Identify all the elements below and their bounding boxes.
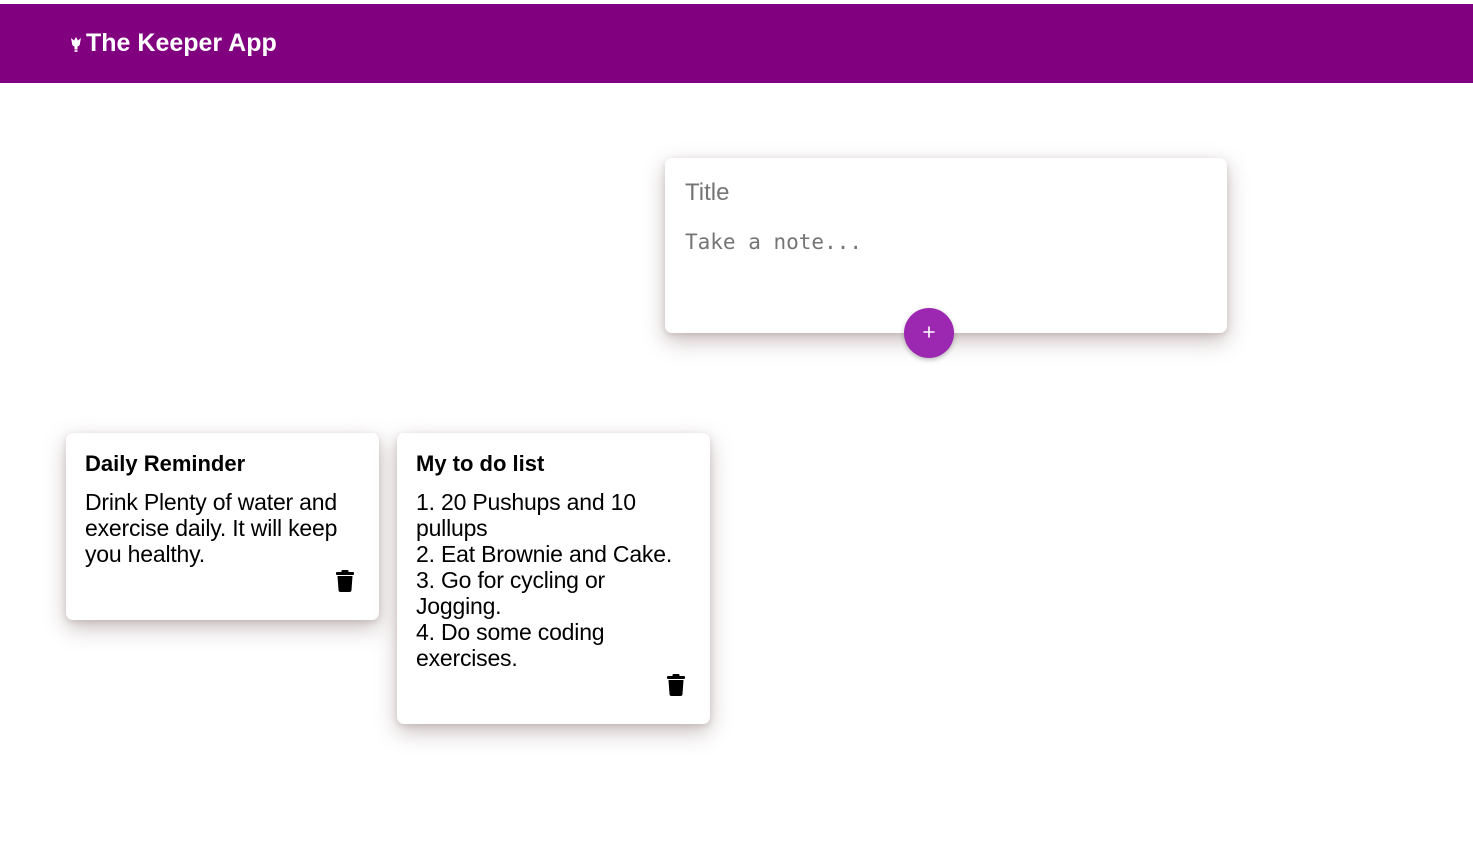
note-content: 1. 20 Pushups and 10 pullups 2. Eat Brow… (416, 489, 673, 671)
delete-note-button[interactable] (664, 673, 688, 699)
add-icon (922, 325, 936, 342)
delete-note-button[interactable] (333, 569, 357, 595)
note-card: Daily Reminder Drink Plenty of water and… (66, 433, 379, 620)
trash-icon (667, 673, 685, 699)
note-title: Daily Reminder (85, 451, 246, 476)
note-card: My to do list 1. 20 Pushups and 10 pullu… (397, 433, 710, 724)
lightbulb-icon (68, 34, 84, 54)
create-note-form (665, 158, 1227, 333)
app-title: The Keeper App (86, 29, 277, 57)
note-content: Drink Plenty of water and exercise daily… (85, 489, 344, 567)
trash-icon (336, 569, 354, 595)
note-title: My to do list (416, 451, 545, 476)
note-title-input[interactable] (685, 178, 1205, 208)
note-content-input[interactable] (685, 230, 1205, 310)
app-header: The Keeper App (0, 4, 1473, 83)
add-note-button[interactable] (904, 308, 954, 358)
